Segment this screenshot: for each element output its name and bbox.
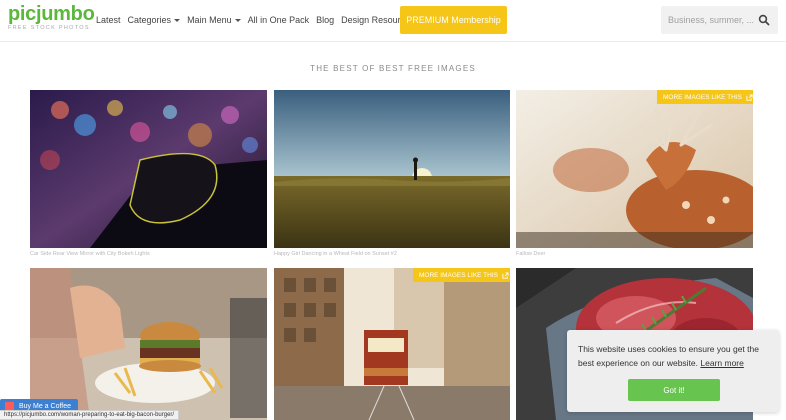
cookie-consent-banner: This website uses cookies to ensure you … [567,330,779,412]
nav-blog-label: Blog [316,15,335,25]
nav-blog[interactable]: Blog [316,15,334,25]
photo-card[interactable] [30,268,267,420]
nav-main-menu[interactable]: Main Menu [187,15,241,25]
cookie-accept-label: Got it! [663,385,685,395]
logo-text[interactable]: picjumbo [8,4,95,24]
coffee-cup-icon [5,402,14,410]
chevron-down-icon [174,18,181,22]
photo-wheat-field[interactable] [274,90,510,248]
nav-all-in-one-pack-label: All in One Pack [247,15,310,25]
photo-card[interactable]: Happy Girl Dancing in a Wheat Field on S… [274,90,510,260]
browser-status-bar: https://picjumbo.com/woman-preparing-to-… [0,410,180,420]
logo-tagline: FREE STOCK PHOTOS [8,25,90,31]
more-images-badge[interactable]: MORE IMAGES LIKE THIS [413,268,510,282]
chevron-down-icon [234,18,241,22]
photo-car-mirror[interactable] [30,90,267,248]
premium-membership-label: PREMIUM Membership [406,15,501,25]
page: picjumbo FREE STOCK PHOTOS Latest Catego… [0,0,786,420]
nav-main-menu-label: Main Menu [187,15,232,25]
external-link-icon [502,271,509,279]
photo-card[interactable]: Car Side Rear View Mirror with City Boke… [30,90,267,260]
external-link-icon [746,93,753,101]
nav-categories[interactable]: Categories [128,15,181,25]
cookie-message: This website uses cookies to ensure you … [578,342,774,370]
photo-card[interactable]: MORE IMAGES LIKE THIS Fallow Deer [516,90,753,260]
search-input[interactable] [661,6,756,34]
logo[interactable]: picjumbo FREE STOCK PHOTOS [8,4,95,31]
search-box [661,6,778,34]
photo-caption[interactable]: Happy Girl Dancing in a Wheat Field on S… [274,251,397,257]
search-icon[interactable] [758,14,770,26]
nav-latest[interactable]: Latest [96,15,121,25]
section-title: THE BEST OF BEST FREE IMAGES [310,64,476,73]
photo-caption[interactable]: Fallow Deer [516,251,545,257]
more-images-label: MORE IMAGES LIKE THIS [663,93,742,101]
buy-me-a-coffee-label: Buy Me a Coffee [19,402,72,410]
learn-more-link[interactable]: Learn more [700,358,743,368]
photo-fallow-deer[interactable]: MORE IMAGES LIKE THIS [516,90,753,248]
nav-categories-label: Categories [127,15,172,25]
main-nav: Latest Categories Main Menu All in One P… [96,0,422,40]
top-header: picjumbo FREE STOCK PHOTOS Latest Catego… [0,0,786,42]
more-images-badge[interactable]: MORE IMAGES LIKE THIS [657,90,753,104]
nav-all-in-one-pack[interactable]: All in One Pack [248,15,310,25]
nav-latest-label: Latest [96,15,121,25]
photo-tram-street[interactable]: MORE IMAGES LIKE THIS [274,268,510,420]
photo-caption[interactable]: Car Side Rear View Mirror with City Boke… [30,251,150,257]
more-images-label: MORE IMAGES LIKE THIS [419,271,498,279]
photo-card[interactable]: MORE IMAGES LIKE THIS [274,268,510,420]
photo-burger[interactable] [30,268,267,420]
premium-membership-button[interactable]: PREMIUM Membership [400,6,507,34]
cookie-accept-button[interactable]: Got it! [628,379,720,401]
